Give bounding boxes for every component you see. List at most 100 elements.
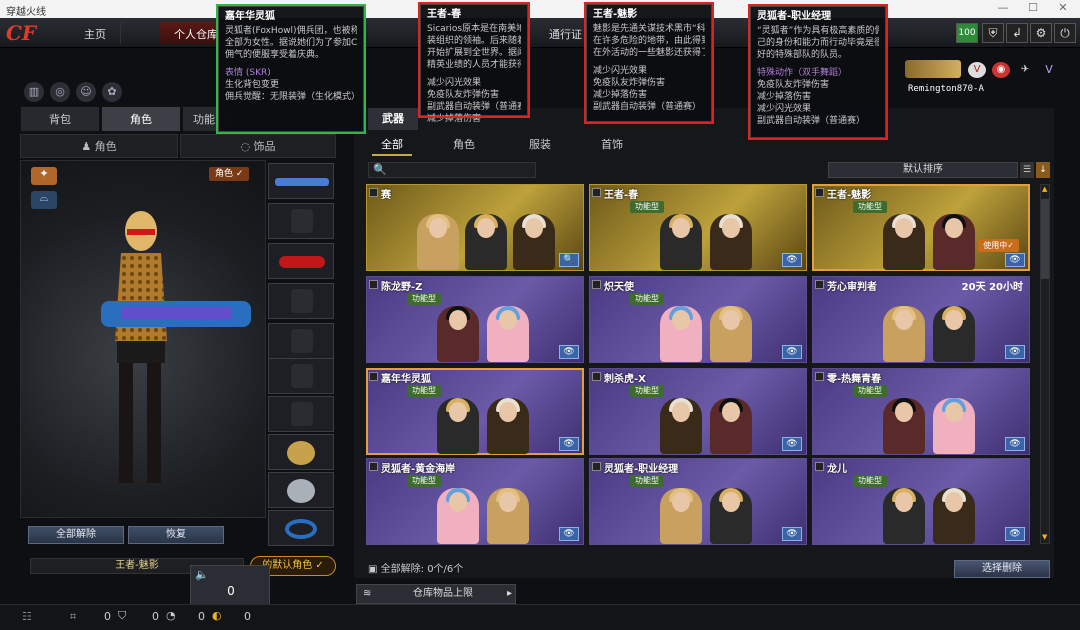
character-portrait	[487, 398, 529, 454]
slot-gloves[interactable]	[268, 358, 334, 394]
character-card[interactable]: 芳心审判者 20天 20小时 👁	[812, 276, 1030, 363]
character-card[interactable]: 灵狐者-职业经理 功能型 👁	[589, 458, 807, 545]
tab-weapon[interactable]: 武器	[368, 108, 418, 130]
preview-icon[interactable]: 👁	[782, 437, 802, 451]
subtab-all[interactable]: 全部	[372, 134, 412, 156]
character-card[interactable]: 刺杀虎-X 功能型 👁	[589, 368, 807, 455]
tab-home[interactable]: 主页	[70, 22, 121, 44]
checkbox[interactable]	[369, 188, 378, 197]
shield-icon[interactable]: ⛨	[982, 23, 1004, 43]
power-icon[interactable]: ⏻	[1054, 23, 1076, 43]
weapon-banner	[905, 60, 961, 78]
subtab-roles[interactable]: 角色	[444, 134, 484, 156]
tab-backpack[interactable]: 背包	[20, 106, 100, 132]
tab-character[interactable]: 角色	[101, 106, 181, 132]
select-delete-button[interactable]: 选择删除	[954, 560, 1050, 578]
checkbox[interactable]	[592, 280, 601, 289]
sort-dropdown[interactable]: 默认排序	[828, 162, 1018, 178]
scrollbar[interactable]: ▲ ▼	[1040, 184, 1050, 544]
character-card[interactable]: 陈龙野-Z 功能型 👁	[366, 276, 584, 363]
close-button[interactable]: ✕	[1048, 1, 1078, 17]
subtab-clothing[interactable]: 服装	[520, 134, 560, 156]
preview-icon[interactable]: 👁	[782, 345, 802, 359]
shield-emblem-icon[interactable]: V	[968, 62, 986, 78]
checkbox[interactable]	[592, 372, 601, 381]
character-portrait	[933, 488, 975, 544]
preview-icon[interactable]: 👁	[559, 345, 579, 359]
checkbox[interactable]	[369, 462, 378, 471]
slot-accessory-2[interactable]	[268, 472, 334, 508]
character-badge[interactable]: 角色 ✓	[209, 167, 250, 181]
slot-vest[interactable]	[268, 323, 334, 359]
unequip-all-button[interactable]: 全部解除	[28, 526, 124, 544]
character-card[interactable]: 嘉年华灵狐 功能型 👁	[366, 368, 584, 455]
card-name: 芳心审判者	[827, 282, 877, 293]
card-name: 赛	[381, 190, 391, 201]
wing-icon[interactable]: ✈	[1016, 62, 1034, 78]
return-icon[interactable]: ↲	[1006, 23, 1028, 43]
restore-button[interactable]: 恢复	[128, 526, 224, 544]
minimize-button[interactable]: —	[988, 1, 1018, 17]
character-card[interactable]: 王者-春 功能型 👁	[589, 184, 807, 271]
character-card[interactable]: 赛 🔍	[366, 184, 584, 271]
character-card[interactable]: 零-热舞青春 功能型 👁	[812, 368, 1030, 455]
checkbox[interactable]	[815, 280, 824, 289]
preview-icon[interactable]: 👁	[559, 437, 579, 451]
maximize-button[interactable]: ☐	[1018, 1, 1048, 17]
character-card[interactable]: 王者-魅影 功能型 使用中✓ 👁	[812, 184, 1030, 271]
v-emblem-icon[interactable]: V	[1040, 62, 1058, 78]
slot-helmet[interactable]	[268, 203, 334, 239]
checkbox[interactable]	[815, 372, 824, 381]
checkbox[interactable]	[369, 280, 378, 289]
character-card[interactable]: 炽天使 功能型 👁	[589, 276, 807, 363]
sort-direction-icon[interactable]: ↓	[1036, 162, 1050, 178]
preview-icon[interactable]: 👁	[1005, 345, 1025, 359]
preview-icon[interactable]: 🔍	[559, 253, 579, 267]
slot-accessory-3[interactable]	[268, 510, 334, 546]
slot-weapon[interactable]	[268, 163, 334, 199]
scroll-thumb[interactable]	[1041, 199, 1049, 279]
checkbox[interactable]	[592, 462, 601, 471]
checkbox[interactable]	[369, 372, 378, 381]
preview-icon[interactable]: 👁	[782, 527, 802, 541]
menu-icon[interactable]: ☷	[22, 610, 32, 623]
character-card[interactable]: 灵狐者-黄金海岸 功能型 👁	[366, 458, 584, 545]
stats-icon[interactable]: ▥	[24, 82, 44, 102]
subtab-character[interactable]: ♟ 角色	[20, 134, 178, 158]
preview-icon[interactable]: 👁	[1005, 437, 1025, 451]
checkbox[interactable]	[815, 188, 824, 197]
slot-glasses[interactable]	[268, 243, 334, 279]
volume-popup[interactable]: 🔈 0	[190, 565, 270, 607]
mask-emblem-icon[interactable]: ⌓	[31, 191, 57, 209]
tooltip-highlight-frame	[216, 4, 366, 134]
medal-icon[interactable]: ◉	[992, 62, 1010, 78]
bag-icon[interactable]: ✿	[102, 82, 122, 102]
character-preview[interactable]: ✦ ⌓ 角色 ✓	[20, 160, 266, 518]
scroll-up-icon[interactable]: ▲	[1042, 185, 1048, 193]
checkbox[interactable]	[592, 188, 601, 197]
belt-icon	[291, 402, 313, 426]
gear-icon[interactable]: ⚙	[1030, 23, 1052, 43]
search-input[interactable]: 🔍	[368, 162, 536, 178]
character-portrait	[660, 488, 702, 544]
slot-accessory-1[interactable]	[268, 434, 334, 470]
fox-emblem-icon[interactable]: ✦	[31, 167, 57, 185]
slot-belt[interactable]	[268, 396, 334, 432]
preview-icon[interactable]: 👁	[559, 527, 579, 541]
slot-mask[interactable]	[268, 283, 334, 319]
subtab-jewelry[interactable]: 首饰	[592, 134, 632, 156]
character-card[interactable]: 龙儿 功能型 👁	[812, 458, 1030, 545]
people-icon[interactable]: ☺	[76, 82, 96, 102]
preview-icon[interactable]: 👁	[1005, 527, 1025, 541]
glasses-icon	[279, 256, 325, 268]
cf-logo[interactable]: CF	[6, 21, 56, 45]
storage-limit-button[interactable]: ≋ 仓库物品上限 ▸	[356, 584, 516, 604]
preview-icon[interactable]: 👁	[1005, 253, 1025, 267]
target-icon[interactable]: ◎	[50, 82, 70, 102]
subtab-accessory[interactable]: ◌ 饰品	[180, 134, 336, 158]
list-view-icon[interactable]: ☰	[1020, 162, 1034, 178]
scroll-down-icon[interactable]: ▼	[1042, 533, 1048, 541]
preview-icon[interactable]: 👁	[782, 253, 802, 267]
chat-icon[interactable]: ◔	[166, 609, 176, 622]
checkbox[interactable]	[815, 462, 824, 471]
